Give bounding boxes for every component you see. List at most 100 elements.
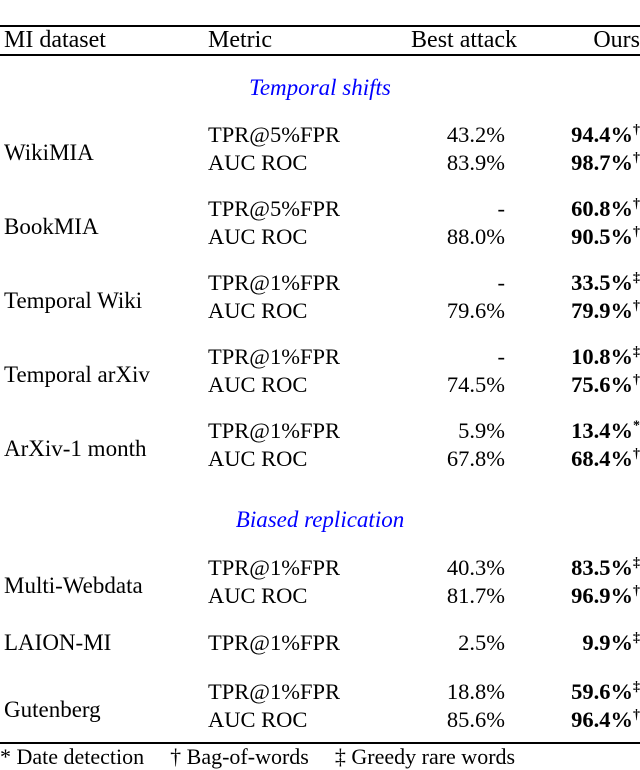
footnote-marker: † — [633, 150, 640, 166]
footnote-text: Bag-of-words — [181, 744, 309, 769]
metric-label: AUC ROC — [208, 372, 308, 397]
footnote-marker: ‡ — [633, 630, 640, 646]
best-attack-value: 2.5% — [458, 630, 505, 655]
table-row: Multi-Webdata TPR@1%FPR 40.3% 83.5%‡ — [0, 544, 640, 598]
column-header-metric: Metric — [208, 27, 272, 53]
metric-label: AUC ROC — [208, 150, 308, 175]
ours-value: 68.4% — [571, 446, 634, 471]
footnote-marker: ‡ — [633, 344, 640, 360]
table-row: BookMIA TPR@5%FPR -60.8%† — [0, 185, 640, 239]
column-header-best-attack: Best attack — [411, 27, 517, 53]
best-attack-value: 40.3% — [446, 555, 505, 580]
metric-label: AUC ROC — [208, 224, 308, 249]
ours-value-cell: 68.4%† — [517, 445, 640, 481]
footnote-marker: † — [633, 583, 640, 599]
caption-sliver — [0, 0, 640, 5]
footnote-mark: * — [0, 744, 11, 769]
ours-value: 98.7% — [571, 150, 634, 175]
dataset-label: ArXiv-1 month — [4, 436, 147, 461]
footnote-item: * Date detection — [0, 744, 144, 769]
ours-value-cell: 75.6%† — [517, 371, 640, 407]
dataset-label: LAION-MI — [4, 630, 112, 655]
dataset-label: BookMIA — [4, 214, 99, 239]
dataset-label: Temporal arXiv — [4, 362, 150, 387]
ours-value-cell: 60.8%† — [517, 185, 640, 223]
metric-label: AUC ROC — [208, 583, 308, 608]
best-attack-value: 43.2% — [446, 122, 505, 147]
dataset-label: Gutenberg — [4, 697, 101, 722]
ours-value: 90.5% — [571, 224, 634, 249]
ours-value-cell: 96.9%† — [517, 582, 640, 618]
metric-label: AUC ROC — [208, 707, 308, 732]
mi-results-table: MI dataset Metric Best attack Ours Temporal … — [0, 25, 640, 770]
metric-label: TPR@1%FPR — [208, 630, 341, 655]
section-heading-row: Biased replication — [0, 481, 640, 544]
footnote-marker: ‡ — [633, 555, 640, 571]
ours-value: 59.6% — [571, 679, 634, 704]
metric-label: TPR@1%FPR — [208, 418, 341, 443]
best-attack-value: - — [497, 196, 506, 221]
ours-value-cell: 98.7%† — [517, 149, 640, 185]
footnote-legend: * Date detection † Bag-of-words ‡ Greedy r… — [0, 744, 640, 770]
best-attack-value: 83.9% — [446, 150, 505, 175]
ours-value: 94.4% — [571, 122, 634, 147]
footnote-marker: ‡ — [633, 679, 640, 695]
footnote-marker: † — [633, 707, 640, 723]
ours-value: 9.9% — [582, 630, 634, 655]
column-header-ours: Ours — [593, 27, 640, 53]
table-row: Temporal Wiki TPR@1%FPR -33.5%‡ — [0, 259, 640, 313]
metric-label: TPR@5%FPR — [208, 196, 341, 221]
footnote-marker: † — [633, 372, 640, 388]
metric-label: TPR@1%FPR — [208, 679, 341, 704]
best-attack-value: 18.8% — [446, 679, 505, 704]
metric-label: AUC ROC — [208, 446, 308, 471]
section-heading-row: Temporal shifts — [0, 56, 640, 111]
dataset-label: WikiMIA — [4, 140, 94, 165]
table-figure: MI dataset Metric Best attack Ours Temporal … — [0, 0, 640, 769]
best-attack-value: 67.8% — [446, 446, 505, 471]
ours-value-cell: 13.4%* — [517, 407, 640, 445]
footnote-marker: † — [633, 196, 640, 212]
table-row: ArXiv-1 month TPR@1%FPR 5.9% 13.4%* — [0, 407, 640, 461]
ours-value-cell: 94.4%† — [517, 111, 640, 149]
ours-value: 96.4% — [571, 707, 634, 732]
ours-value: 96.9% — [571, 583, 634, 608]
section-heading: Biased replication — [235, 507, 405, 532]
footnote-mark: † — [170, 744, 182, 769]
table-row: Gutenberg TPR@1%FPR 18.8% 59.6%‡ — [0, 668, 640, 722]
best-attack-value: 81.7% — [446, 583, 505, 608]
column-header-dataset: MI dataset — [4, 27, 106, 53]
ours-value: 83.5% — [571, 555, 634, 580]
footnote-item: ‡ Greedy rare words — [335, 744, 515, 769]
metric-label: TPR@1%FPR — [208, 270, 341, 295]
best-attack-value: 85.6% — [446, 707, 505, 732]
ours-value-cell: 10.8%‡ — [517, 333, 640, 371]
best-attack-value: - — [497, 270, 506, 295]
ours-value-cell: 79.9%† — [517, 297, 640, 333]
best-attack-value: 79.6% — [446, 298, 505, 323]
footnote-marker: † — [633, 122, 640, 138]
footnote-mark: ‡ — [334, 744, 346, 769]
dataset-label: Temporal Wiki — [4, 288, 143, 313]
table-row: WikiMIA TPR@5%FPR 43.2% 94.4%† — [0, 111, 640, 165]
footnote-marker: ‡ — [633, 270, 640, 286]
ours-value: 75.6% — [571, 372, 634, 397]
footnote-marker: † — [633, 224, 640, 240]
metric-label: TPR@1%FPR — [208, 555, 341, 580]
ours-value-cell: 33.5%‡ — [517, 259, 640, 297]
metric-label: TPR@5%FPR — [208, 122, 341, 147]
footnote-text: Greedy rare words — [345, 744, 516, 769]
ours-value: 79.9% — [571, 298, 634, 323]
ours-value-cell: 83.5%‡ — [517, 544, 640, 582]
ours-value: 10.8% — [571, 344, 634, 369]
metric-label: AUC ROC — [208, 298, 308, 323]
ours-value: 13.4% — [571, 418, 634, 443]
footnote-item: † Bag-of-words — [170, 744, 309, 769]
metric-label: TPR@1%FPR — [208, 344, 341, 369]
best-attack-value: - — [497, 344, 506, 369]
footnote-marker: † — [633, 298, 640, 314]
ours-value-cell: 90.5%† — [517, 223, 640, 259]
footnote-marker: † — [633, 446, 640, 462]
ours-value: 33.5% — [571, 270, 634, 295]
best-attack-value: 74.5% — [446, 372, 505, 397]
